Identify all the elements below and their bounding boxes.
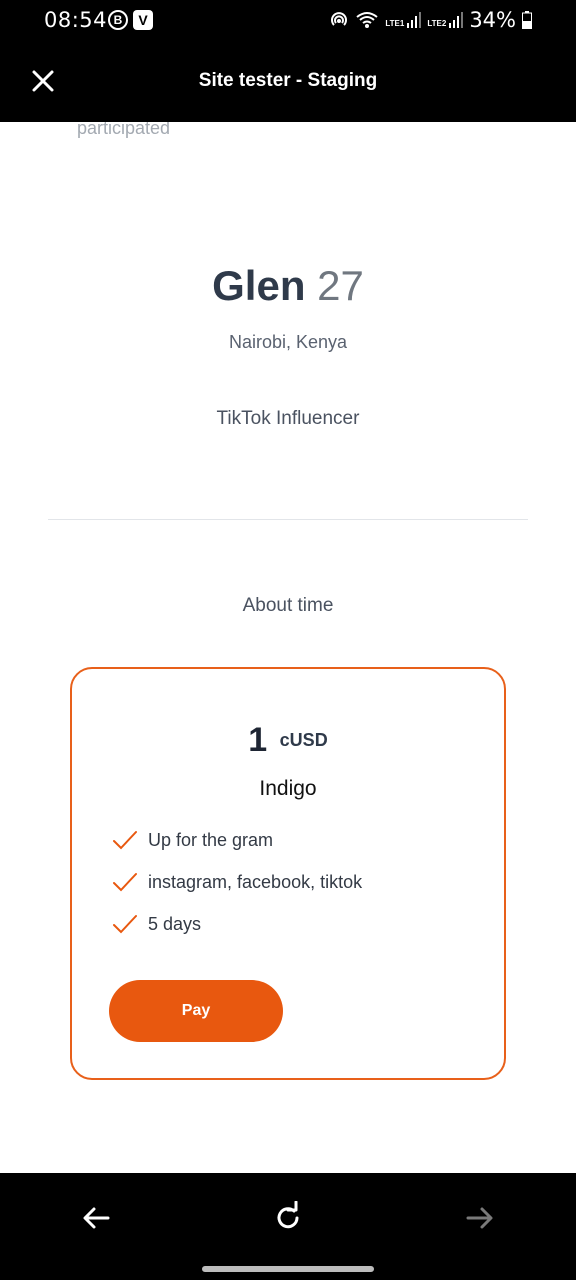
hotspot-icon	[331, 12, 348, 26]
app-header: Site tester - Staging	[0, 42, 576, 122]
arrow-left-icon[interactable]	[76, 1201, 116, 1235]
status-time: 08:54	[44, 8, 108, 32]
lte2-label: LTE2	[427, 19, 447, 28]
feature-item: Up for the gram	[112, 819, 362, 861]
offer-card: 1 cUSD Indigo Up for the gram instagram,…	[70, 667, 506, 1080]
profile-name: Glen 27	[0, 262, 576, 310]
status-bar: 08:54 B V LTE1 LTE2 34%	[0, 0, 576, 42]
header-title: Site tester - Staging	[198, 70, 378, 91]
feature-label: instagram, facebook, tiktok	[148, 871, 363, 892]
check-icon	[113, 873, 137, 892]
signal-sim1-icon: LTE1	[385, 12, 422, 28]
battery-icon	[522, 11, 532, 29]
feature-label: 5 days	[148, 913, 202, 934]
price-unit: cUSD	[279, 730, 328, 750]
price-amount: 1	[248, 721, 268, 759]
feature-item: 5 days	[112, 903, 362, 945]
v-notification-icon: V	[133, 10, 153, 30]
signal-sim2-icon: LTE2	[427, 12, 464, 28]
plan-name: Indigo	[259, 777, 317, 800]
price: 1 cUSD	[72, 721, 504, 760]
lte1-label: LTE1	[385, 19, 405, 28]
pay-button[interactable]: Pay	[109, 980, 283, 1042]
wifi-icon	[356, 12, 378, 28]
profile-role: TikTok Influencer	[216, 408, 360, 429]
feature-item: instagram, facebook, tiktok	[112, 861, 362, 903]
profile-first-name: Glen	[212, 262, 306, 309]
profile-location: Nairobi, Kenya	[228, 332, 348, 352]
bottom-nav	[0, 1173, 576, 1280]
b-notification-icon: B	[108, 10, 128, 30]
battery-percent: 34%	[469, 8, 516, 32]
section-title: About time	[242, 595, 334, 616]
status-icons: LTE1 LTE2 34%	[329, 8, 532, 32]
profile-age: 27	[317, 262, 364, 309]
check-icon	[113, 915, 137, 934]
participated-text: participated	[77, 122, 171, 138]
feature-list: Up for the gram instagram, facebook, tik…	[112, 819, 362, 945]
feature-label: Up for the gram	[148, 829, 274, 850]
home-indicator[interactable]	[202, 1266, 374, 1272]
main-content[interactable]: participated Glen 27 Nairobi, Kenya TikT…	[0, 122, 576, 1173]
reload-icon[interactable]	[268, 1201, 308, 1235]
arrow-right-icon[interactable]	[460, 1201, 500, 1235]
divider	[48, 519, 528, 520]
check-icon	[113, 831, 137, 850]
